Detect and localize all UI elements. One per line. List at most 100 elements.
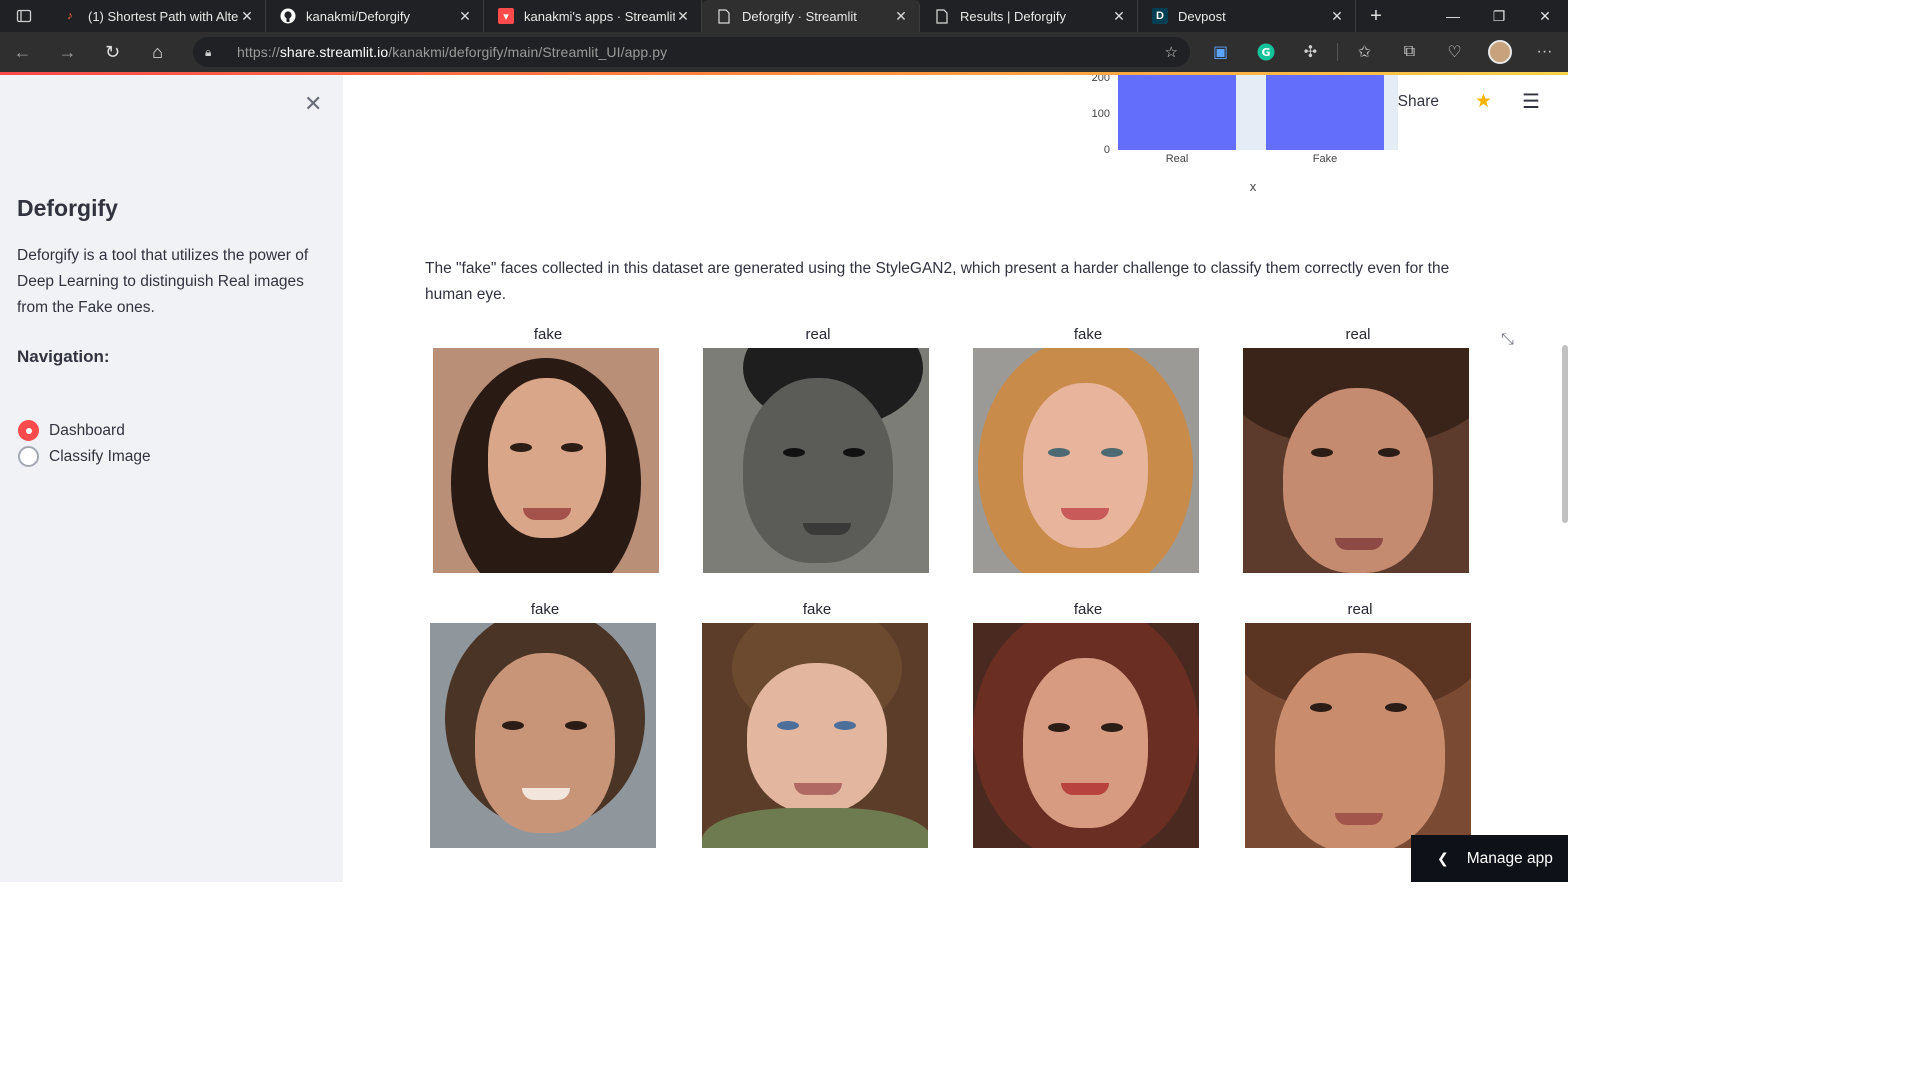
x-axis-label: x bbox=[1249, 179, 1257, 194]
image-caption: fake bbox=[1073, 601, 1103, 618]
radio-classify-image[interactable]: Classify Image bbox=[18, 446, 151, 467]
face-image[interactable] bbox=[433, 348, 659, 573]
star-icon[interactable]: ★ bbox=[1475, 90, 1492, 113]
lock-icon: 🔒︎ bbox=[205, 44, 212, 59]
page-icon bbox=[934, 8, 950, 24]
image-caption: fake bbox=[530, 601, 560, 618]
face-image[interactable] bbox=[702, 623, 928, 848]
face-image[interactable] bbox=[1245, 623, 1471, 848]
image-caption: fake bbox=[1073, 326, 1103, 343]
tab-title: (1) Shortest Path with Altern bbox=[88, 8, 239, 24]
browser-tab[interactable]: Results | Deforgify ✕ bbox=[920, 0, 1138, 32]
forward-icon[interactable]: → bbox=[45, 32, 90, 72]
browser-essentials-icon[interactable]: ♡ bbox=[1432, 42, 1477, 62]
back-icon[interactable]: ← bbox=[0, 32, 45, 72]
close-icon[interactable]: ✕ bbox=[239, 8, 255, 25]
tab-title: Devpost bbox=[1178, 8, 1226, 24]
window-controls: — ❐ ✕ bbox=[1430, 0, 1568, 32]
minimize-icon[interactable]: — bbox=[1430, 0, 1476, 32]
browser-tab-active[interactable]: Deforgify · Streamlit ✕ bbox=[702, 0, 920, 32]
y-tick-label: 0 bbox=[1103, 144, 1110, 156]
radio-unselected-icon bbox=[18, 446, 39, 467]
devpost-icon: D bbox=[1152, 8, 1168, 24]
image-caption: fake bbox=[802, 601, 832, 618]
browser-tab[interactable]: D Devpost ✕ bbox=[1138, 0, 1356, 32]
tab-title: Results | Deforgify bbox=[960, 8, 1066, 24]
fullscreen-icon[interactable]: ⤡ bbox=[1501, 331, 1514, 349]
bar-real[interactable] bbox=[1118, 75, 1236, 150]
main-content: Share ★ ☰ 200 100 0 Real Fake x The "fak… bbox=[343, 75, 1568, 882]
streamlit-icon: ▾ bbox=[498, 8, 514, 24]
close-icon[interactable]: ✕ bbox=[1329, 8, 1345, 25]
chevron-left-icon: ❮ bbox=[1437, 850, 1449, 866]
close-icon[interactable]: ✕ bbox=[457, 8, 473, 25]
close-icon[interactable]: ✕ bbox=[1111, 8, 1127, 25]
screen-capture-icon[interactable]: ▣ bbox=[1198, 42, 1243, 62]
gallery-item: fake bbox=[433, 326, 663, 573]
scrollbar-thumb[interactable] bbox=[1562, 345, 1568, 523]
face-image[interactable] bbox=[1243, 348, 1469, 573]
refresh-icon[interactable]: ↻ bbox=[90, 32, 135, 72]
manage-app-button[interactable]: ❮ Manage app bbox=[1411, 835, 1568, 882]
music-icon: ♪ bbox=[67, 10, 73, 22]
image-caption: fake bbox=[533, 326, 563, 343]
close-icon[interactable]: ✕ bbox=[893, 8, 909, 25]
more-icon[interactable]: ··· bbox=[1522, 43, 1567, 61]
collections-icon[interactable]: ⧉ bbox=[1387, 43, 1432, 61]
radio-label: Classify Image bbox=[49, 447, 151, 465]
close-sidebar-icon[interactable]: ✕ bbox=[304, 91, 322, 117]
gallery-item: fake bbox=[973, 601, 1203, 848]
gallery-item: fake bbox=[430, 601, 660, 848]
face-image[interactable] bbox=[430, 623, 656, 848]
gallery-item: real bbox=[703, 326, 933, 573]
grammarly-icon[interactable]: G bbox=[1243, 43, 1288, 61]
browser-address-bar: ← → ↻ ⌂ 🔒︎ https://share.streamlit.io/ka… bbox=[0, 32, 1568, 72]
hamburger-menu-icon[interactable]: ☰ bbox=[1522, 89, 1540, 114]
svg-text:G: G bbox=[1261, 46, 1270, 59]
image-caption: real bbox=[1347, 601, 1373, 618]
app-toolbar: Share ★ ☰ bbox=[1398, 89, 1568, 114]
manage-app-label: Manage app bbox=[1466, 849, 1553, 867]
tab-title: kanakmi's apps · Streamlit bbox=[524, 8, 675, 24]
gallery-item: fake bbox=[973, 326, 1203, 573]
favorites-icon[interactable]: ✩ bbox=[1342, 42, 1387, 62]
browser-toolbar: ▣ G ✣ ✩ ⧉ ♡ ··· bbox=[1198, 32, 1567, 72]
close-icon[interactable]: ✕ bbox=[675, 8, 691, 25]
radio-selected-icon bbox=[18, 420, 39, 441]
add-favorite-icon[interactable]: ☆ bbox=[1165, 43, 1178, 61]
tab-actions-icon[interactable] bbox=[0, 0, 48, 32]
sidebar-description: Deforgify is a tool that utilizes the po… bbox=[17, 247, 309, 316]
radio-dashboard[interactable]: Dashboard bbox=[18, 420, 125, 441]
navigation-label: Navigation: bbox=[17, 347, 110, 366]
home-icon[interactable]: ⌂ bbox=[135, 32, 180, 72]
extensions-icon[interactable]: ✣ bbox=[1288, 42, 1333, 62]
close-window-icon[interactable]: ✕ bbox=[1522, 0, 1568, 32]
restore-icon[interactable]: ❐ bbox=[1476, 0, 1522, 32]
radio-label: Dashboard bbox=[49, 421, 125, 439]
browser-tab[interactable]: ▾ kanakmi's apps · Streamlit ✕ bbox=[484, 0, 702, 32]
x-tick-label: Real bbox=[1165, 153, 1189, 165]
x-tick-label: Fake bbox=[1312, 153, 1338, 165]
tab-title: Deforgify · Streamlit bbox=[742, 8, 857, 24]
image-caption: real bbox=[805, 326, 831, 343]
profile-avatar[interactable] bbox=[1477, 40, 1522, 64]
url-field[interactable]: 🔒︎ https://share.streamlit.io/kanakmi/de… bbox=[193, 37, 1190, 67]
page-icon bbox=[716, 8, 732, 24]
gallery-item: real bbox=[1243, 326, 1473, 573]
bar-chart: 200 100 0 Real Fake x bbox=[1078, 75, 1408, 200]
browser-tab[interactable]: ♪ (1) Shortest Path with Altern ✕ bbox=[48, 0, 266, 32]
face-image[interactable] bbox=[973, 623, 1199, 848]
new-tab-icon[interactable]: + bbox=[1356, 5, 1396, 28]
github-icon bbox=[280, 8, 296, 24]
dataset-description: The "fake" faces collected in this datas… bbox=[425, 260, 1450, 303]
url-text: https://share.streamlit.io/kanakmi/defor… bbox=[237, 44, 668, 60]
image-caption: real bbox=[1345, 326, 1371, 343]
y-tick-label: 200 bbox=[1091, 75, 1110, 84]
bar-fake[interactable] bbox=[1266, 75, 1384, 150]
face-image[interactable] bbox=[703, 348, 929, 573]
face-image[interactable] bbox=[973, 348, 1199, 573]
gallery-item: real bbox=[1245, 601, 1475, 848]
tab-title: kanakmi/Deforgify bbox=[306, 8, 411, 24]
y-tick-label: 100 bbox=[1091, 108, 1110, 120]
browser-tab[interactable]: kanakmi/Deforgify ✕ bbox=[266, 0, 484, 32]
